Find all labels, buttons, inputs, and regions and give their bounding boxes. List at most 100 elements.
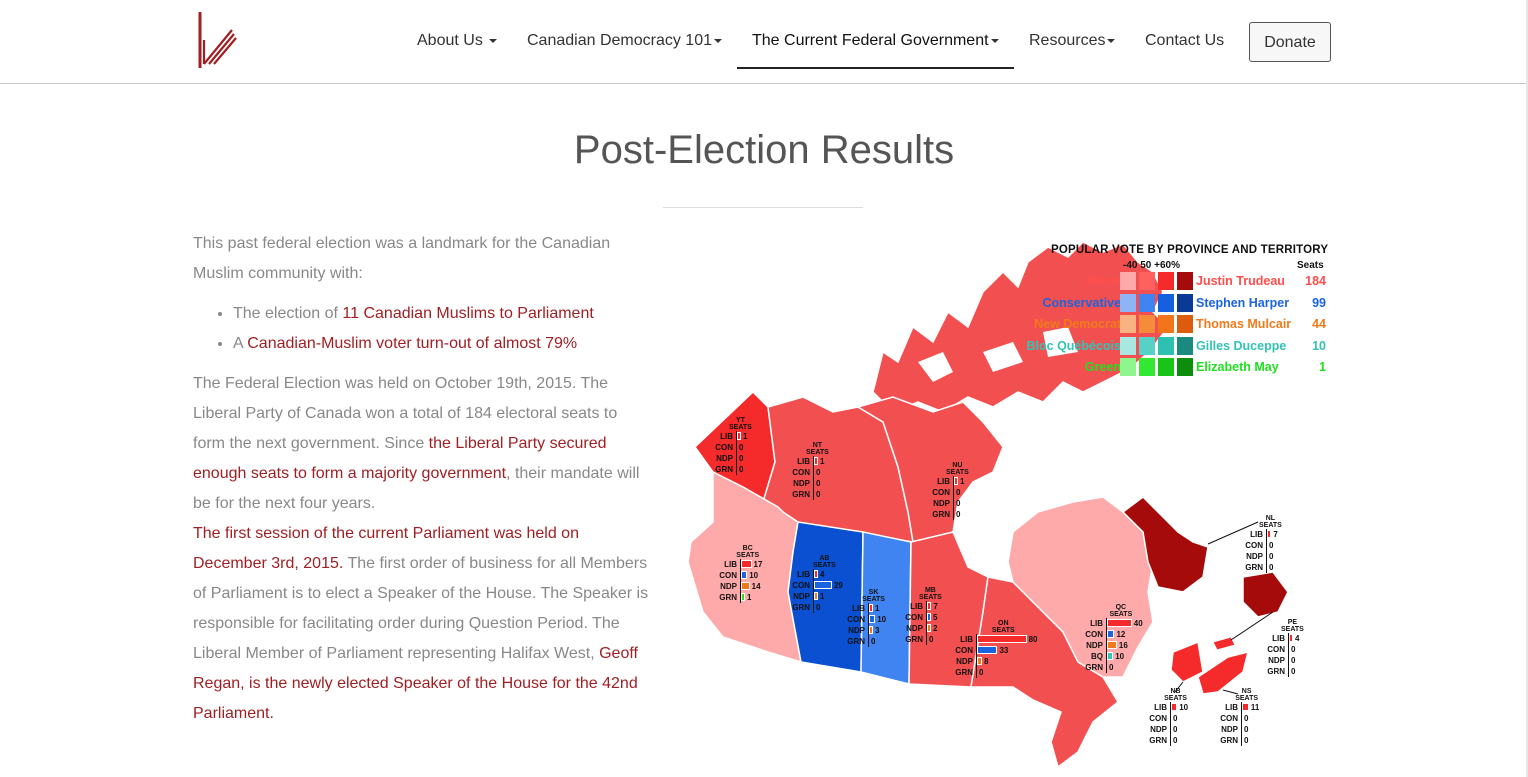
region-seat-row: NDP 8 — [951, 656, 1038, 667]
region-nl-island — [1242, 571, 1289, 618]
chevron-down-icon — [990, 38, 999, 43]
nav-resources[interactable]: Resources — [1029, 32, 1116, 50]
region-seat-row: CON 0 — [1216, 713, 1259, 724]
region-seat-row: GRN 0 — [1145, 735, 1188, 746]
seat-axis — [736, 442, 737, 453]
legend-swatch — [1158, 272, 1174, 290]
seat-count: 2 — [933, 624, 938, 633]
seat-bar — [814, 581, 832, 589]
region-seat-row: LIB 1 — [788, 456, 829, 467]
seat-bar — [1107, 619, 1132, 627]
region-seat-row: GRN 0 — [843, 636, 886, 647]
seat-bar — [1107, 630, 1115, 638]
region-seat-row: LIB 40 — [1081, 618, 1143, 629]
region-seat-index: NS SEATS LIB 11 CON 0 NDP 0 GRN 0 — [1216, 688, 1259, 746]
seat-count: 1 — [960, 477, 965, 486]
legend-swatch — [1158, 293, 1174, 312]
party-abbrev: NDP — [716, 454, 733, 463]
region-seat-row: CON 29 — [788, 580, 843, 591]
party-abbrev: GRN — [1085, 663, 1103, 672]
seat-bar — [1107, 652, 1114, 660]
seat-bar — [1289, 634, 1293, 642]
seat-bar — [814, 457, 818, 465]
region-seat-row: NDP 14 — [715, 581, 762, 592]
article-text: This past federal election was a landmar… — [193, 229, 653, 729]
legend-swatch — [1139, 293, 1155, 312]
seat-bar — [741, 560, 752, 568]
region-code: NL — [1265, 515, 1276, 522]
seat-count: 0 — [816, 603, 821, 612]
seat-count: 0 — [739, 465, 744, 474]
region-seat-row: CON 0 — [711, 442, 752, 453]
region-seat-row: NDP 16 — [1081, 640, 1143, 651]
nav-contact-us[interactable]: Contact Us — [1145, 32, 1224, 50]
party-abbrev: LIB — [852, 604, 865, 613]
region-seat-row: LIB 1 — [711, 431, 752, 442]
legend-row: Green Elizabeth May 1 — [1015, 358, 1333, 378]
seat-count: 10 — [877, 615, 887, 624]
region-seat-row: CON 33 — [951, 645, 1038, 656]
seat-axis — [1266, 562, 1267, 573]
region-code: NB — [1170, 688, 1181, 695]
seat-axis — [1266, 540, 1267, 551]
region-seat-row: LIB 17 — [715, 559, 762, 570]
party-abbrev: GRN — [955, 668, 973, 677]
legend-row: Bloc Québécois Gilles Duceppe 10 — [1015, 336, 1333, 357]
legend-swatch — [1177, 293, 1193, 312]
seat-count: 0 — [871, 637, 876, 646]
legend-leader-name: Thomas Mulcair — [1196, 317, 1292, 331]
party-abbrev: CON — [792, 581, 810, 590]
region-seat-row: CON 0 — [1263, 644, 1304, 655]
nav-current-federal-government[interactable]: The Current Federal Government — [752, 32, 999, 50]
party-abbrev: LIB — [724, 560, 737, 569]
seat-count: 40 — [1133, 619, 1143, 628]
nav-about-us[interactable]: About Us — [417, 32, 498, 50]
legend-scale: -40 50 +60% — [1123, 260, 1180, 271]
party-abbrev: LIB — [1090, 619, 1103, 628]
seat-count: 0 — [1244, 714, 1249, 723]
seat-bar — [814, 592, 818, 600]
seat-axis — [1241, 735, 1242, 746]
region-seat-row: CON 0 — [928, 487, 969, 498]
party-abbrev: GRN — [1220, 736, 1238, 745]
party-abbrev: CON — [1149, 714, 1167, 723]
region-code: NS — [1241, 688, 1252, 695]
page-title: Post-Election Results — [573, 128, 955, 172]
party-abbrev: LIB — [797, 570, 810, 579]
donate-button[interactable]: Donate — [1249, 22, 1331, 62]
seat-count: 0 — [1109, 663, 1114, 672]
voter-turnout-link[interactable]: Canadian-Muslim voter turn-out of almost… — [247, 335, 577, 352]
party-abbrev: LIB — [910, 602, 923, 611]
region-seats-label: SEATS — [862, 596, 885, 603]
party-abbrev: NDP — [1086, 641, 1103, 650]
party-abbrev: CON — [1085, 630, 1103, 639]
region-seat-row: CON 10 — [843, 614, 886, 625]
region-seat-row: GRN 0 — [1216, 735, 1259, 746]
nav-canadian-democracy-101[interactable]: Canadian Democracy 101 — [527, 32, 722, 50]
seat-count: 0 — [1244, 736, 1249, 745]
seat-count: 3 — [875, 626, 880, 635]
party-abbrev: NDP — [933, 499, 950, 508]
region-seat-row: NDP 1 — [788, 591, 843, 602]
legend-swatch — [1158, 336, 1174, 355]
legend-party-name: Bloc Québécois — [1026, 338, 1121, 353]
region-seats-label: SEATS — [736, 552, 760, 559]
region-code: QC — [1115, 604, 1127, 611]
legend-party-name: New Democrat — [1034, 317, 1121, 331]
seat-bar — [869, 615, 876, 623]
region-seat-row: CON 0 — [1145, 713, 1188, 724]
seat-count: 16 — [1118, 641, 1128, 650]
party-abbrev: NDP — [1150, 725, 1167, 734]
legend-seats-header: Seats — [1297, 260, 1324, 271]
legend-swatch — [1120, 293, 1136, 312]
party-abbrev: CON — [905, 613, 923, 622]
seat-count: 80 — [1028, 635, 1038, 644]
party-abbrev: NDP — [1221, 725, 1238, 734]
seat-bar — [737, 432, 741, 440]
bullet-prefix: A — [233, 335, 248, 352]
region-seat-row: LIB 1 — [843, 603, 886, 614]
logo-icon[interactable] — [196, 10, 238, 72]
muslims-parliament-link[interactable]: 11 Canadian Muslims to Parliament — [342, 305, 593, 322]
seat-count: 1 — [820, 592, 825, 601]
region-seat-index: ON SEATS LIB 80 CON 33 NDP 8 GRN 0 — [951, 620, 1038, 678]
